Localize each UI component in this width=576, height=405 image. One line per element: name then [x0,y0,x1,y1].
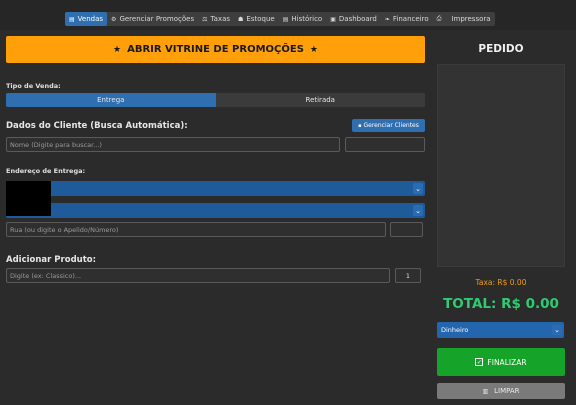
tab-vendas[interactable]: ▤ Vendas [65,12,108,26]
sale-type-label: Tipo de Venda: [6,82,61,90]
chevron-down-icon: ⌄ [413,205,423,216]
street-number-input[interactable] [390,222,423,237]
top-navigation-bar: ▤ Vendas ⚙ Gerenciar Promoções ⚖ Taxas ☗… [0,0,576,30]
dashboard-icon: ▣ [330,15,336,23]
order-tax: Taxa: R$ 0.00 [475,278,527,287]
clear-label: LIMPAR [494,387,520,395]
open-promo-showcase-button[interactable]: ★ ABRIR VITRINE DE PROMOÇÕES ★ [6,36,425,63]
tab-label: Gerenciar Promoções [119,15,195,23]
scale-icon: ⚖ [202,15,208,23]
client-name-input[interactable]: Nome (Digite para buscar...) [6,137,340,152]
check-icon: ✓ [475,358,484,366]
address-select-1[interactable]: ⌄ [6,181,425,196]
finalize-label: FINALIZAR [487,357,527,367]
manage-clients-label: Gerenciar Clientes [363,122,419,129]
star-icon: ★ [309,44,318,55]
redacted-block [6,181,51,216]
tab-label: Impressora [451,15,491,23]
tab-label: Dashboard [338,15,377,23]
tab-financeiro[interactable]: ❧ Financeiro [381,12,433,26]
chevron-down-icon: ⌄ [552,325,562,335]
printer-icon: ⎙ [436,15,442,22]
payment-method-value: Dinheiro [441,326,469,334]
tab-gerenciar-promocoes[interactable]: ⚙ Gerenciar Promoções [107,12,198,26]
sale-type-toggle: Entrega Retirada [6,93,425,107]
tab-taxas[interactable]: ⚖ Taxas [198,12,234,26]
gear-icon: ⚙ [111,15,117,23]
clear-button[interactable]: ▥ LIMPAR [437,383,565,399]
nav-tabs: ▤ Vendas ⚙ Gerenciar Promoções ⚖ Taxas ☗… [65,12,495,26]
payment-method-select[interactable]: Dinheiro ⌄ [437,322,564,338]
client-phone-input[interactable] [345,137,425,152]
tab-historico[interactable]: ▤ Histórico [279,12,327,26]
tab-impressora[interactable]: ⎙ Impressora [433,12,495,26]
tab-label: Taxas [210,15,231,23]
star-icon: ★ [113,44,122,55]
client-section-title: Dados do Cliente (Busca Automática): [6,121,188,131]
address-select-2[interactable]: ⌄ [6,203,425,218]
finalize-button[interactable]: ✓ FINALIZAR [437,348,565,376]
money-icon: ❧ [384,15,390,23]
sale-type-entrega[interactable]: Entrega [6,93,216,107]
manage-clients-button[interactable]: ▪ Gerenciar Clientes [352,119,425,132]
chevron-down-icon: ⌄ [413,183,423,194]
street-input[interactable]: Rua (ou digite o Apelido/Número) [6,222,386,237]
box-icon: ☗ [238,15,244,23]
address-label: Endereço de Entrega: [6,167,86,175]
order-items-panel [437,64,565,267]
tab-label: Estoque [246,15,275,23]
order-total: TOTAL: R$ 0.00 [443,296,559,312]
trash-icon: ▥ [482,387,489,395]
vitrine-label: ABRIR VITRINE DE PROMOÇÕES [127,44,304,55]
order-title: PEDIDO [478,43,524,55]
list-icon: ▤ [282,15,289,23]
quantity-input[interactable]: 1 [395,268,421,283]
sale-type-retirada[interactable]: Retirada [216,93,426,107]
product-search-input[interactable]: Digite (ex: Classico)... [6,268,390,283]
tab-label: Vendas [77,15,104,23]
tab-label: Financeiro [392,15,429,23]
tab-dashboard[interactable]: ▣ Dashboard [326,12,381,26]
add-product-title: Adicionar Produto: [6,255,97,265]
cart-icon: ▤ [69,15,75,23]
tab-label: Histórico [291,15,323,23]
tab-estoque[interactable]: ☗ Estoque [234,12,279,26]
users-icon: ▪ [358,122,362,129]
